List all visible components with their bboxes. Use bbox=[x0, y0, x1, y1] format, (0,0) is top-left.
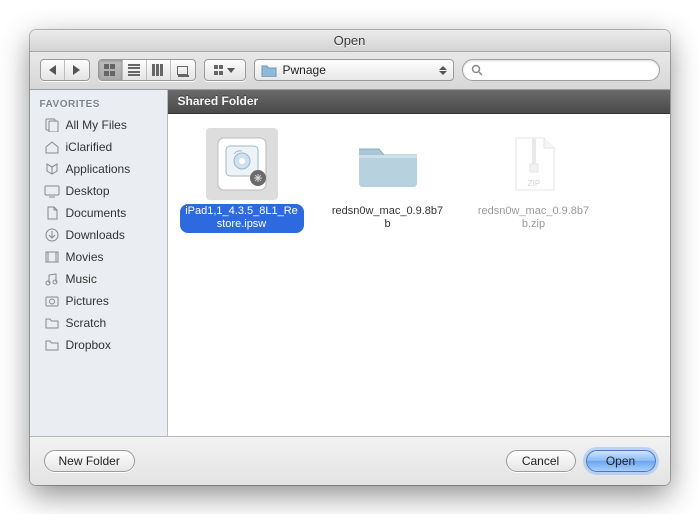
coverflow-icon bbox=[177, 66, 188, 75]
sidebar-item-label: All My Files bbox=[66, 118, 127, 132]
action-menu-button[interactable] bbox=[205, 60, 245, 80]
folder-icon bbox=[261, 63, 277, 77]
desktop-icon bbox=[44, 183, 60, 199]
documents-icon bbox=[44, 205, 60, 221]
main-area: Shared Folder bbox=[168, 90, 670, 436]
sidebar-item-label: Scratch bbox=[66, 316, 107, 330]
chevron-left-icon bbox=[49, 65, 56, 75]
pictures-icon bbox=[44, 293, 60, 309]
sidebar-item-label: Music bbox=[66, 272, 97, 286]
back-button[interactable] bbox=[41, 60, 65, 80]
list-icon bbox=[128, 64, 140, 76]
sidebar-item-pictures[interactable]: Pictures bbox=[30, 290, 167, 312]
open-button[interactable]: Open bbox=[586, 450, 656, 472]
downloads-icon bbox=[44, 227, 60, 243]
movies-icon bbox=[44, 249, 60, 265]
all-files-icon bbox=[44, 117, 60, 133]
titlebar: Open bbox=[30, 30, 670, 52]
zip-icon: ZIP bbox=[508, 134, 560, 194]
view-mode-switch bbox=[98, 59, 196, 81]
sidebar-item-applications[interactable]: Applications bbox=[30, 158, 167, 180]
file-thumb bbox=[352, 128, 424, 200]
sidebar-item-label: iClarified bbox=[66, 140, 113, 154]
sidebar-item-movies[interactable]: Movies bbox=[30, 246, 167, 268]
sidebar-item-label: Documents bbox=[66, 206, 127, 220]
window-title: Open bbox=[334, 33, 366, 48]
file-label: iPad1,1_4.3.5_8L1_Restore.ipsw bbox=[180, 204, 304, 234]
new-folder-button[interactable]: New Folder bbox=[44, 450, 135, 472]
folder-icon bbox=[44, 315, 60, 331]
nav-back-forward bbox=[40, 59, 90, 81]
view-icon-mode-button[interactable] bbox=[99, 60, 123, 80]
sidebar-item-label: Downloads bbox=[66, 228, 125, 242]
ipsw-icon bbox=[212, 134, 272, 194]
columns-icon bbox=[152, 64, 164, 76]
file-label: redsn0w_mac_0.9.8b7b.zip bbox=[472, 204, 596, 234]
sidebar-item-iclarified[interactable]: iClarified bbox=[30, 136, 167, 158]
open-dialog-window: Open P bbox=[30, 30, 670, 485]
search-icon bbox=[471, 64, 483, 76]
grid-icon bbox=[104, 64, 116, 76]
apps-icon bbox=[44, 161, 60, 177]
sidebar-item-music[interactable]: Music bbox=[30, 268, 167, 290]
svg-text:ZIP: ZIP bbox=[527, 179, 539, 188]
cancel-button[interactable]: Cancel bbox=[506, 450, 576, 472]
path-folder-label: Pwnage bbox=[283, 63, 326, 77]
search-field[interactable] bbox=[462, 59, 660, 81]
sidebar-item-label: Movies bbox=[66, 250, 104, 264]
sidebar-item-downloads[interactable]: Downloads bbox=[30, 224, 167, 246]
sidebar-section-header: FAVORITES bbox=[30, 96, 167, 114]
sidebar-item-label: Applications bbox=[66, 162, 131, 176]
sidebar-item-label: Desktop bbox=[66, 184, 110, 198]
sidebar-item-label: Pictures bbox=[66, 294, 109, 308]
chevron-right-icon bbox=[73, 65, 80, 75]
folder-icon bbox=[355, 137, 421, 191]
footer: New Folder Cancel Open bbox=[30, 437, 670, 485]
dialog-body: FAVORITES All My Files iClarified Applic… bbox=[30, 90, 670, 437]
sidebar: FAVORITES All My Files iClarified Applic… bbox=[30, 90, 168, 436]
file-label: redsn0w_mac_0.9.8b7b bbox=[326, 204, 450, 234]
search-input[interactable] bbox=[488, 63, 651, 77]
stepper-arrows-icon bbox=[439, 66, 447, 75]
path-popup-button[interactable]: Pwnage bbox=[254, 59, 454, 81]
sidebar-item-label: Dropbox bbox=[66, 338, 111, 352]
file-item-zip[interactable]: ZIP redsn0w_mac_0.9.8b7b.zip bbox=[472, 128, 596, 234]
file-item-folder[interactable]: redsn0w_mac_0.9.8b7b bbox=[326, 128, 450, 234]
music-icon bbox=[44, 271, 60, 287]
file-thumb bbox=[206, 128, 278, 200]
sidebar-item-all-my-files[interactable]: All My Files bbox=[30, 114, 167, 136]
action-menu bbox=[204, 59, 246, 81]
path-bar: Shared Folder bbox=[168, 90, 670, 114]
grid-small-icon bbox=[214, 65, 224, 75]
sidebar-item-scratch[interactable]: Scratch bbox=[30, 312, 167, 334]
file-thumb: ZIP bbox=[498, 128, 570, 200]
path-header-label: Shared Folder bbox=[178, 94, 259, 108]
forward-button[interactable] bbox=[65, 60, 89, 80]
file-grid[interactable]: iPad1,1_4.3.5_8L1_Restore.ipsw redsn0w_m… bbox=[168, 114, 670, 436]
sidebar-item-documents[interactable]: Documents bbox=[30, 202, 167, 224]
toolbar: Pwnage bbox=[30, 52, 670, 90]
folder-icon bbox=[44, 337, 60, 353]
sidebar-item-desktop[interactable]: Desktop bbox=[30, 180, 167, 202]
file-item-ipsw[interactable]: iPad1,1_4.3.5_8L1_Restore.ipsw bbox=[180, 128, 304, 234]
sidebar-item-dropbox[interactable]: Dropbox bbox=[30, 334, 167, 356]
view-coverflow-mode-button[interactable] bbox=[171, 60, 195, 80]
view-list-mode-button[interactable] bbox=[123, 60, 147, 80]
chevron-down-icon bbox=[227, 68, 235, 73]
view-column-mode-button[interactable] bbox=[147, 60, 171, 80]
home-icon bbox=[44, 139, 60, 155]
